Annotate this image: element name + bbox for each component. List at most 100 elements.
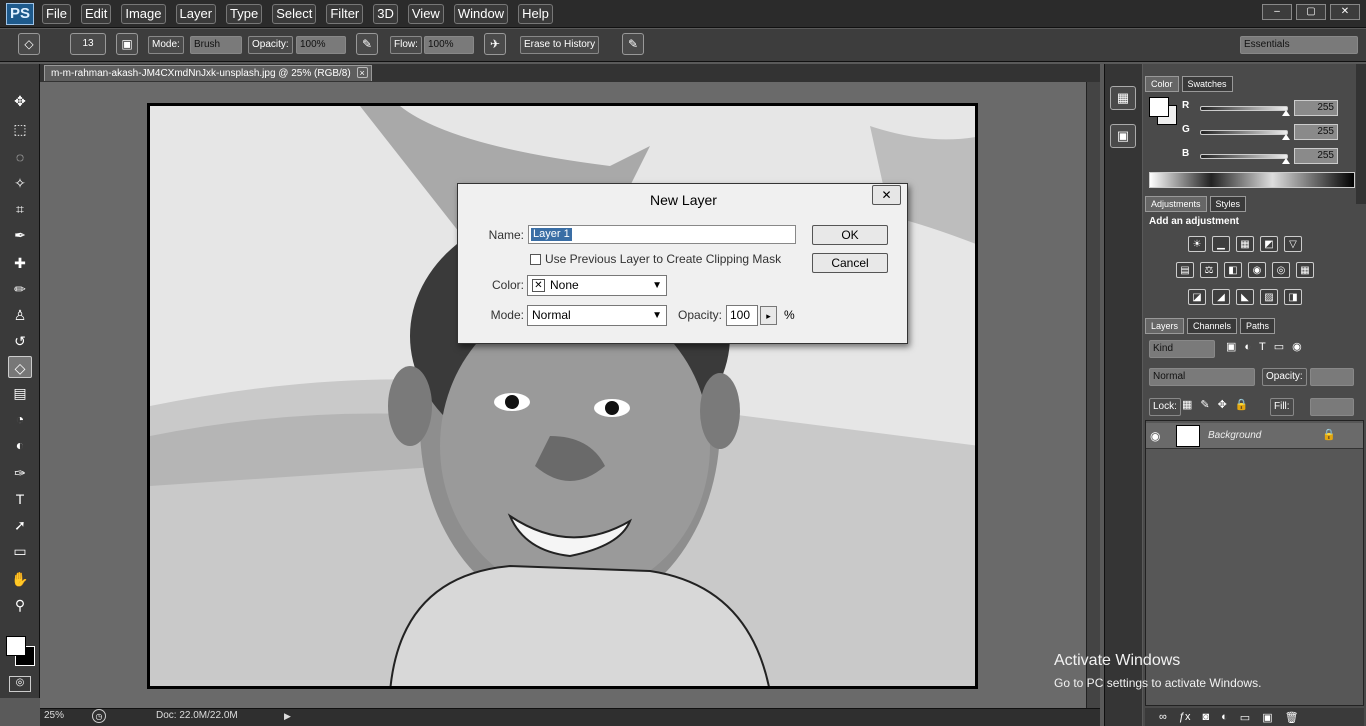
slider-value[interactable]: 255 [1294, 100, 1338, 116]
tab-swatches[interactable]: Swatches [1181, 76, 1233, 92]
black-white-icon[interactable]: ◧ [1224, 262, 1242, 278]
slider-value[interactable]: 255 [1294, 148, 1338, 164]
quick-select-tool-icon[interactable]: ✧ [8, 172, 32, 194]
photo-filter-icon[interactable]: ◉ [1248, 262, 1266, 278]
zoom-tool-icon[interactable]: ⚲ [8, 594, 32, 616]
tab-layers[interactable]: Layers [1145, 318, 1185, 334]
close-icon[interactable]: ✕ [872, 185, 901, 205]
menu-view[interactable]: View [407, 4, 444, 24]
flow-field[interactable]: 100% [424, 36, 474, 54]
erase-to-history-checkbox[interactable]: Erase to History [520, 36, 600, 54]
slider-track[interactable] [1200, 154, 1288, 159]
quick-mask-icon[interactable]: ◎ [9, 676, 31, 692]
gradient-tool-icon[interactable]: ▤ [8, 382, 32, 404]
new-group-icon[interactable]: ▭ [1240, 711, 1250, 724]
lock-icons[interactable]: ▦✎✥🔒 [1182, 398, 1257, 411]
mode-select[interactable]: Brush [190, 36, 242, 54]
blend-mode-select[interactable]: Normal [1149, 368, 1255, 386]
pressure-opacity-icon[interactable]: ✎ [356, 33, 378, 55]
menu-select[interactable]: Select [272, 4, 317, 24]
gradient-map-icon[interactable]: ▨ [1260, 289, 1278, 305]
threshold-icon[interactable]: ◣ [1236, 289, 1254, 305]
close-icon[interactable]: × [356, 67, 368, 78]
posterize-icon[interactable]: ◢ [1212, 289, 1230, 305]
invert-icon[interactable]: ◪ [1188, 289, 1206, 305]
hand-tool-icon[interactable]: ✋ [8, 568, 32, 590]
menu-edit[interactable]: Edit [80, 4, 112, 24]
tab-adjustments[interactable]: Adjustments [1145, 196, 1207, 212]
menu-type[interactable]: Type [226, 4, 263, 24]
channel-mixer-icon[interactable]: ◎ [1272, 262, 1290, 278]
move-tool-icon[interactable]: ✥ [8, 90, 32, 112]
hue-saturation-icon[interactable]: ▤ [1176, 262, 1194, 278]
panel-scrollbar[interactable] [1356, 64, 1366, 204]
color-spectrum-bar[interactable] [1149, 172, 1355, 188]
slider-knob[interactable] [1282, 134, 1291, 140]
visibility-eye-icon[interactable]: ◉ [1150, 429, 1160, 443]
menu-window[interactable]: Window [453, 4, 509, 24]
menu-help[interactable]: Help [518, 4, 553, 24]
path-selection-tool-icon[interactable]: ➚ [8, 514, 32, 536]
foreground-color-swatch[interactable] [6, 636, 26, 656]
menu-file[interactable]: File [42, 4, 71, 24]
maximize-button[interactable]: ▢ [1296, 4, 1326, 20]
tab-styles[interactable]: Styles [1209, 196, 1247, 212]
type-tool-icon[interactable]: T [8, 488, 32, 510]
marquee-tool-icon[interactable]: ⬚ [8, 118, 32, 140]
properties-panel-icon[interactable]: ▣ [1110, 124, 1136, 148]
menu-filter[interactable]: Filter [326, 4, 364, 24]
delete-layer-icon[interactable]: 🗑 [1285, 711, 1299, 724]
new-adjustment-icon[interactable]: ◐ [1221, 711, 1228, 723]
slider-knob[interactable] [1282, 110, 1291, 116]
menu-layer[interactable]: Layer [175, 4, 217, 24]
mode-select[interactable]: Normal ▼ [527, 305, 667, 326]
clipping-mask-checkbox[interactable] [530, 254, 541, 265]
layer-style-icon[interactable]: ƒx [1179, 711, 1191, 723]
pen-tool-icon[interactable]: ✑ [8, 462, 32, 484]
slider-knob[interactable] [1282, 158, 1291, 164]
dodge-tool-icon[interactable]: ◐ [8, 434, 32, 456]
layer-filter-kind[interactable]: Kind [1149, 340, 1215, 358]
brightness-contrast-icon[interactable]: ☀ [1188, 236, 1206, 252]
history-brush-tool-icon[interactable]: ↺ [8, 330, 32, 352]
selective-color-icon[interactable]: ◨ [1284, 289, 1302, 305]
brush-tool-icon[interactable]: ✏ [8, 278, 32, 300]
slider-track[interactable] [1200, 106, 1288, 111]
fill-field[interactable] [1310, 398, 1354, 416]
eraser-tool-preset-icon[interactable]: ◇ [18, 33, 40, 55]
menu-3d[interactable]: 3D [373, 4, 398, 24]
pressure-size-icon[interactable]: ✎ [622, 33, 644, 55]
color-balance-icon[interactable]: ⚖ [1200, 262, 1218, 278]
vibrance-icon[interactable]: ▽ [1284, 236, 1302, 252]
slider-value[interactable]: 255 [1294, 124, 1338, 140]
lasso-tool-icon[interactable]: ◌ [8, 146, 32, 168]
clone-stamp-tool-icon[interactable]: ♙ [8, 304, 32, 326]
crop-tool-icon[interactable]: ⌗ [8, 198, 32, 220]
minimize-button[interactable]: – [1262, 4, 1292, 20]
layers-opacity-field[interactable] [1310, 368, 1354, 386]
shape-tool-icon[interactable]: ▭ [8, 540, 32, 562]
levels-icon[interactable]: ▁ [1212, 236, 1230, 252]
airbrush-icon[interactable]: ✈ [484, 33, 506, 55]
status-clock-icon[interactable]: ◷ [92, 709, 106, 723]
healing-brush-tool-icon[interactable]: ✚ [8, 252, 32, 274]
eyedropper-tool-icon[interactable]: ✒ [8, 224, 32, 246]
layer-filter-icons[interactable]: ▣◐T▭◉ [1226, 340, 1310, 353]
color-select[interactable]: ✕ None ▼ [527, 275, 667, 296]
zoom-level[interactable]: 25% [44, 710, 64, 721]
status-menu-arrow-icon[interactable]: ▶ [284, 711, 291, 722]
tab-color[interactable]: Color [1145, 76, 1179, 92]
eraser-tool-icon[interactable]: ◇ [8, 356, 32, 378]
link-layers-icon[interactable]: ∞ [1159, 711, 1167, 723]
opacity-field[interactable]: 100% [296, 36, 346, 54]
color-panel-foreground-swatch[interactable] [1149, 97, 1169, 117]
curves-icon[interactable]: ▦ [1236, 236, 1254, 252]
ok-button[interactable]: OK [812, 225, 888, 245]
tab-channels[interactable]: Channels [1187, 318, 1238, 334]
close-window-button[interactable]: ✕ [1330, 4, 1360, 20]
cancel-button[interactable]: Cancel [812, 253, 888, 273]
document-scrollbar[interactable] [1086, 82, 1100, 708]
workspace-switcher[interactable]: Essentials [1240, 36, 1358, 54]
opacity-input[interactable]: 100 [726, 305, 758, 326]
exposure-icon[interactable]: ◩ [1260, 236, 1278, 252]
